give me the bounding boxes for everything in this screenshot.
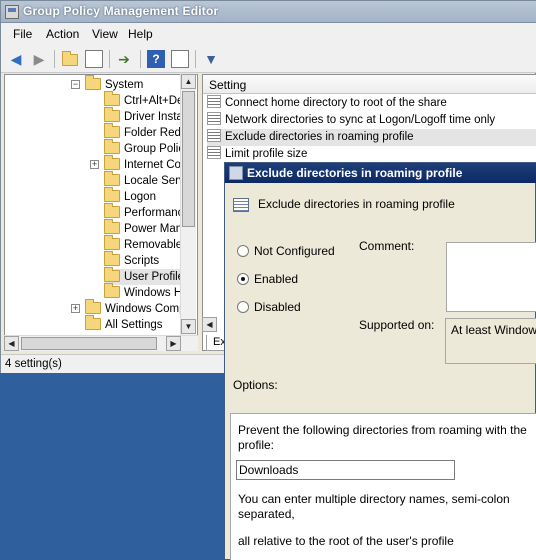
folder-icon xyxy=(104,251,120,266)
menu-help[interactable]: Help xyxy=(128,27,153,41)
status-text: 4 setting(s) xyxy=(5,358,62,370)
scroll-up-icon[interactable]: ▲ xyxy=(181,74,196,89)
radio-enabled[interactable] xyxy=(237,273,249,285)
radio-label-not-configured[interactable]: Not Configured xyxy=(254,244,335,258)
scrollbar-thumb[interactable] xyxy=(21,337,157,350)
folder-icon xyxy=(85,299,101,314)
menu-view[interactable]: View xyxy=(92,27,118,41)
export-list-icon[interactable]: ➔ xyxy=(115,50,133,68)
folder-icon xyxy=(104,235,120,250)
radio-label-disabled[interactable]: Disabled xyxy=(254,300,301,314)
folder-icon xyxy=(104,267,120,282)
folder-icon xyxy=(104,219,120,234)
toolbar-separator xyxy=(195,50,196,68)
collapse-icon[interactable]: − xyxy=(71,80,80,89)
supported-on-field: At least Windows xyxy=(445,318,536,364)
list-item[interactable]: Limit profile size xyxy=(207,146,307,163)
folder-icon xyxy=(85,75,101,90)
tree-vertical-scrollbar[interactable]: ▲ ▼ xyxy=(180,74,196,335)
tree-item-windows-components[interactable]: Windows Compo xyxy=(85,299,192,317)
dialog-title: Exclude directories in roaming profile xyxy=(247,166,463,180)
scroll-left-icon[interactable]: ◀ xyxy=(4,336,19,351)
tree-item[interactable]: Internet Co xyxy=(104,155,181,173)
show-hide-tree-icon[interactable] xyxy=(85,50,103,68)
tree-item[interactable]: Locale Serv xyxy=(104,171,185,189)
back-arrow-icon[interactable]: ◀ xyxy=(7,50,25,68)
all-settings-icon xyxy=(85,315,101,330)
hint-text-relative-root: all relative to the root of the user's p… xyxy=(238,534,454,548)
tree-item[interactable]: Driver Insta xyxy=(104,107,183,125)
tree-item[interactable]: Removable xyxy=(104,235,182,253)
tree-horizontal-scrollbar[interactable]: ◀ ▶ xyxy=(4,335,198,351)
policy-setting-icon xyxy=(207,146,221,159)
app-icon xyxy=(5,5,19,19)
help-icon[interactable]: ? xyxy=(147,50,165,68)
hint-text-multiple-names: You can enter multiple directory names, … xyxy=(238,492,510,521)
policy-setting-icon xyxy=(233,198,249,212)
folder-icon xyxy=(104,283,120,298)
policy-setting-icon xyxy=(207,129,221,142)
menu-file[interactable]: File xyxy=(13,27,32,41)
list-item[interactable]: Connect home directory to root of the sh… xyxy=(207,95,447,112)
tree-item[interactable]: Performanc xyxy=(104,203,183,221)
comment-field[interactable] xyxy=(446,242,536,312)
expand-icon[interactable]: + xyxy=(90,160,99,169)
radio-disabled[interactable] xyxy=(237,301,249,313)
supported-on-value: At least Windows xyxy=(451,323,536,337)
excluded-directories-input[interactable] xyxy=(236,460,455,480)
prevent-roaming-text: Prevent the following directories from r… xyxy=(238,423,527,452)
folder-icon xyxy=(104,107,120,122)
expand-icon[interactable]: + xyxy=(71,304,80,313)
menubar: File Action View Help xyxy=(1,23,536,45)
tree-item[interactable]: Windows Ho xyxy=(104,283,189,301)
options-label: Options: xyxy=(233,378,278,392)
scroll-right-icon[interactable]: ▶ xyxy=(166,336,181,351)
up-folder-icon[interactable] xyxy=(61,50,79,68)
policy-setting-icon xyxy=(207,95,221,108)
properties-icon[interactable] xyxy=(171,50,189,68)
forward-arrow-icon[interactable]: ▶ xyxy=(30,50,48,68)
supported-on-label: Supported on: xyxy=(359,318,435,332)
tree-item[interactable]: Folder Redi xyxy=(104,123,183,141)
toolbar: ◀ ▶ ➔ ? ▼ xyxy=(1,45,536,73)
tree-item-user-profiles[interactable]: User Profile xyxy=(104,267,187,285)
dialog-titlebar[interactable]: Exclude directories in roaming profile xyxy=(225,163,536,183)
window-titlebar[interactable]: Group Policy Management Editor xyxy=(1,1,536,23)
column-header-setting[interactable]: Setting xyxy=(203,75,536,94)
list-item[interactable]: Network directories to sync at Logon/Log… xyxy=(207,112,495,129)
tree-item[interactable]: Power Mana xyxy=(104,219,189,237)
folder-icon xyxy=(104,123,120,138)
toolbar-separator xyxy=(140,50,141,68)
tree-item[interactable]: Group Policy xyxy=(104,139,190,157)
tree-pane: − System Ctrl+Alt+De Driver Insta Folder… xyxy=(4,74,198,351)
folder-icon xyxy=(104,91,120,106)
policy-setting-dialog: Exclude directories in roaming profile E… xyxy=(224,162,536,560)
tree-item-system[interactable]: System xyxy=(85,75,143,93)
folder-icon xyxy=(104,203,120,218)
desktop-background xyxy=(0,373,224,560)
dialog-header-label: Exclude directories in roaming profile xyxy=(258,197,455,211)
radio-not-configured[interactable] xyxy=(237,245,249,257)
scroll-left-icon[interactable]: ◀ xyxy=(202,317,217,332)
comment-label: Comment: xyxy=(359,239,415,253)
folder-icon xyxy=(104,139,120,154)
folder-icon xyxy=(104,171,120,186)
options-panel: Prevent the following directories from r… xyxy=(230,413,536,560)
folder-icon xyxy=(104,187,120,202)
scrollbar-thumb[interactable] xyxy=(182,91,195,227)
tree-item-all-settings[interactable]: All Settings xyxy=(85,315,163,333)
tree-item[interactable]: Ctrl+Alt+De xyxy=(104,91,183,109)
policy-icon xyxy=(229,166,243,180)
scroll-down-icon[interactable]: ▼ xyxy=(181,319,196,334)
list-item-selected[interactable]: Exclude directories in roaming profile xyxy=(207,129,536,146)
window-title: Group Policy Management Editor xyxy=(23,4,219,18)
folder-icon xyxy=(104,155,120,170)
toolbar-separator xyxy=(54,50,55,68)
menu-action[interactable]: Action xyxy=(46,27,79,41)
toolbar-separator xyxy=(109,50,110,68)
policy-setting-icon xyxy=(207,112,221,125)
filter-icon[interactable]: ▼ xyxy=(202,50,220,68)
radio-label-enabled[interactable]: Enabled xyxy=(254,272,298,286)
